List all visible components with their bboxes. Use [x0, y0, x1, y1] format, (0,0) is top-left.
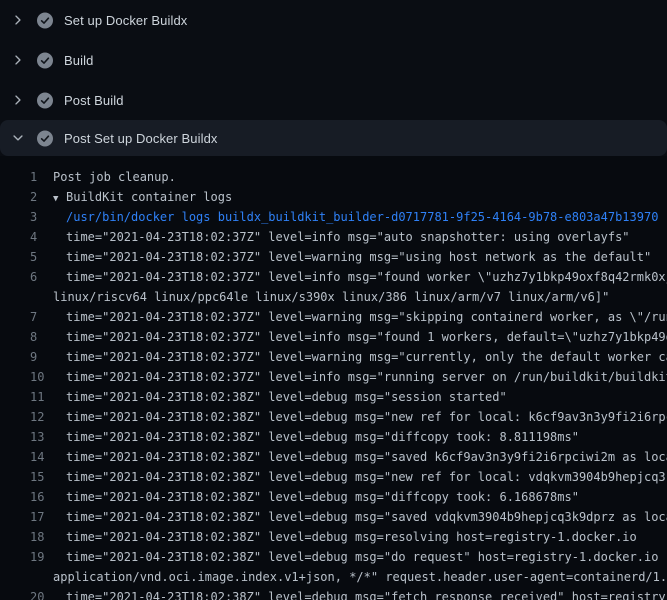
chevron-right-icon [10, 92, 26, 108]
log-line-10: 10 time="2021-04-23T18:02:37Z" level=info… [0, 367, 667, 387]
log-line-number[interactable]: 9 [30, 347, 53, 367]
log-line-19: 19 time="2021-04-23T18:02:38Z" level=debu… [0, 547, 667, 567]
log-line-20: 20 time="2021-04-23T18:02:38Z" level=debu… [0, 587, 667, 600]
step-header-build[interactable]: Build [0, 40, 667, 80]
step-label: Post Build [64, 93, 124, 108]
log-line-number[interactable]: 14 [30, 447, 53, 467]
log-line-wrap: linux/riscv64 linux/ppc64le linux/s390x … [0, 287, 667, 307]
log-line-number[interactable]: 17 [30, 507, 53, 527]
log-text: time="2021-04-23T18:02:38Z" level=debug … [66, 550, 667, 564]
log-text: time="2021-04-23T18:02:38Z" level=debug … [66, 470, 667, 484]
log-text: time="2021-04-23T18:02:37Z" level=info m… [66, 230, 630, 244]
chevron-right-icon [10, 12, 26, 28]
log-command-text: /usr/bin/docker logs buildx_buildkit_bui… [66, 210, 658, 224]
log-line-16: 16 time="2021-04-23T18:02:38Z" level=debu… [0, 487, 667, 507]
check-circle-icon [37, 52, 53, 68]
log-text: time="2021-04-23T18:02:38Z" level=debug … [66, 590, 667, 600]
step-label: Build [64, 53, 93, 68]
log-line-14: 14 time="2021-04-23T18:02:38Z" level=debu… [0, 447, 667, 467]
log-line-number[interactable]: 5 [30, 247, 53, 267]
log-text: time="2021-04-23T18:02:38Z" level=debug … [66, 450, 667, 464]
log-text: time="2021-04-23T18:02:37Z" level=info m… [66, 330, 667, 344]
log-line-3: 3/usr/bin/docker logs buildx_buildkit_bu… [0, 207, 667, 227]
check-circle-icon [37, 130, 53, 146]
log-text: Post job cleanup. [53, 170, 176, 184]
chevron-down-icon [10, 130, 26, 146]
log-text: time="2021-04-23T18:02:38Z" level=debug … [66, 410, 667, 424]
log-text: application/vnd.oci.image.index.v1+json,… [53, 570, 667, 584]
log-pane[interactable]: 1Post job cleanup.2▼BuildKit container l… [0, 156, 667, 600]
log-line-number[interactable]: 10 [30, 367, 53, 387]
log-line-number[interactable]: 20 [30, 587, 53, 600]
step-header-post-build[interactable]: Post Build [0, 80, 667, 120]
log-line-6: 6 time="2021-04-23T18:02:37Z" level=info … [0, 267, 667, 287]
log-text: linux/riscv64 linux/ppc64le linux/s390x … [53, 290, 609, 304]
log-line-number[interactable]: 1 [30, 167, 53, 187]
log-line-13: 13 time="2021-04-23T18:02:38Z" level=debu… [0, 427, 667, 447]
log-line-number[interactable]: 3 [30, 207, 53, 227]
log-line-1: 1Post job cleanup. [0, 167, 667, 187]
log-line-wrap: application/vnd.oci.image.index.v1+json,… [0, 567, 667, 587]
step-label: Post Set up Docker Buildx [64, 131, 218, 146]
log-line-12: 12 time="2021-04-23T18:02:38Z" level=debu… [0, 407, 667, 427]
log-line-11: 11 time="2021-04-23T18:02:38Z" level=debu… [0, 387, 667, 407]
log-text: time="2021-04-23T18:02:37Z" level=warnin… [66, 310, 667, 324]
log-line-number[interactable]: 12 [30, 407, 53, 427]
log-line-number[interactable]: 18 [30, 527, 53, 547]
log-line-number[interactable]: 19 [30, 547, 53, 567]
log-text: BuildKit container logs [66, 190, 232, 204]
log-line-number[interactable]: 15 [30, 467, 53, 487]
step-label: Set up Docker Buildx [64, 13, 187, 28]
step-header-post-set-up-docker-buildx[interactable]: Post Set up Docker Buildx [0, 120, 667, 156]
log-line-4: 4 time="2021-04-23T18:02:37Z" level=info … [0, 227, 667, 247]
log-text: time="2021-04-23T18:02:38Z" level=debug … [66, 390, 507, 404]
log-line-number[interactable]: 8 [30, 327, 53, 347]
log-text: time="2021-04-23T18:02:38Z" level=debug … [66, 510, 667, 524]
log-line-18: 18 time="2021-04-23T18:02:38Z" level=debu… [0, 527, 667, 547]
log-line-2: 2▼BuildKit container logs [0, 187, 667, 207]
log-line-number[interactable]: 4 [30, 227, 53, 247]
log-text: time="2021-04-23T18:02:37Z" level=info m… [66, 370, 667, 384]
check-circle-icon [37, 92, 53, 108]
log-text: time="2021-04-23T18:02:37Z" level=warnin… [66, 350, 667, 364]
collapse-group-triangle-icon[interactable]: ▼ [53, 189, 66, 207]
log-line-9: 9 time="2021-04-23T18:02:37Z" level=warni… [0, 347, 667, 367]
log-line-number[interactable]: 13 [30, 427, 53, 447]
log-text: time="2021-04-23T18:02:38Z" level=debug … [66, 530, 637, 544]
log-line-17: 17 time="2021-04-23T18:02:38Z" level=debu… [0, 507, 667, 527]
check-circle-icon [37, 12, 53, 28]
log-line-number[interactable]: 2 [30, 187, 53, 207]
log-line-number[interactable]: 7 [30, 307, 53, 327]
log-text: time="2021-04-23T18:02:37Z" level=warnin… [66, 250, 651, 264]
log-text: time="2021-04-23T18:02:38Z" level=debug … [66, 430, 579, 444]
steps-list: Set up Docker Buildx Build Post Build Post … [0, 0, 667, 156]
log-line-number[interactable]: 16 [30, 487, 53, 507]
log-viewer: Set up Docker Buildx Build Post Build Post … [0, 0, 667, 600]
log-line-15: 15 time="2021-04-23T18:02:38Z" level=debu… [0, 467, 667, 487]
log-line-number[interactable]: 6 [30, 267, 53, 287]
log-line-number[interactable]: 11 [30, 387, 53, 407]
log-line-8: 8 time="2021-04-23T18:02:37Z" level=info … [0, 327, 667, 347]
log-line-7: 7 time="2021-04-23T18:02:37Z" level=warni… [0, 307, 667, 327]
log-text: time="2021-04-23T18:02:37Z" level=info m… [66, 270, 667, 284]
log-line-5: 5 time="2021-04-23T18:02:37Z" level=warni… [0, 247, 667, 267]
log-text: time="2021-04-23T18:02:38Z" level=debug … [66, 490, 579, 504]
step-header-set-up-docker-buildx[interactable]: Set up Docker Buildx [0, 0, 667, 40]
chevron-right-icon [10, 52, 26, 68]
